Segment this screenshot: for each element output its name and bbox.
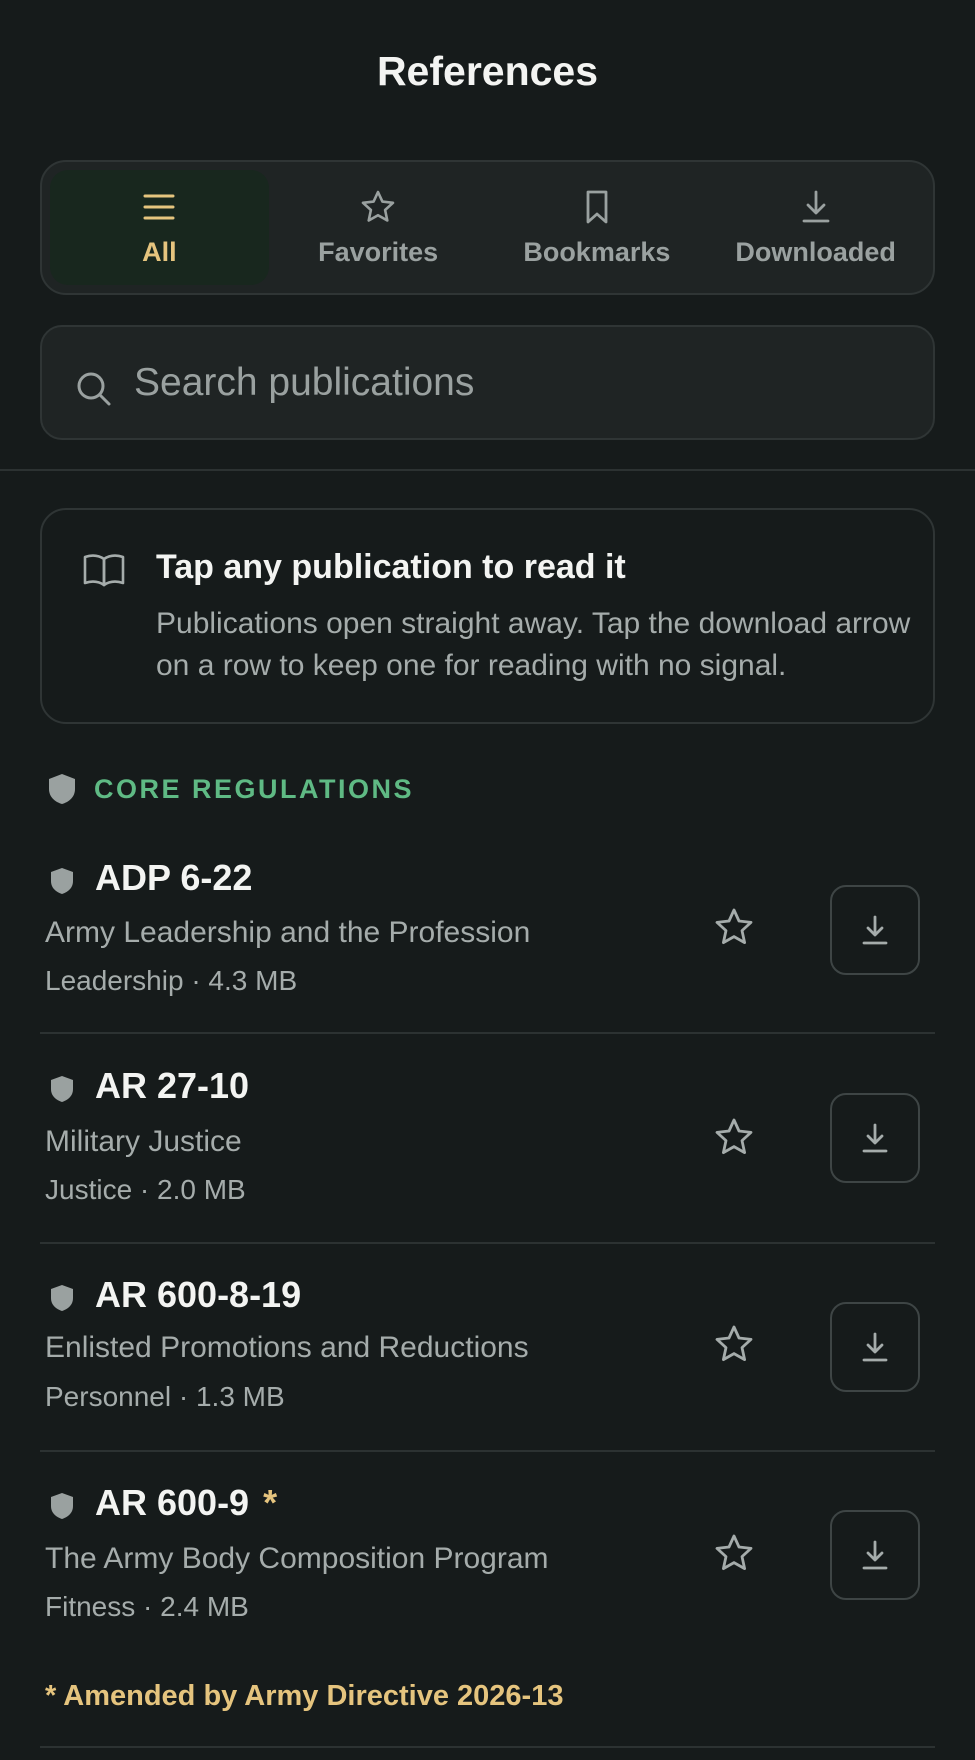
download-icon xyxy=(796,187,836,227)
page-title: References xyxy=(376,48,599,94)
shield-icon xyxy=(50,867,74,895)
tab-bookmarks-label: Bookmarks xyxy=(523,237,671,267)
publication-meta: Justice · 2.0 MB xyxy=(45,1174,246,1205)
tab-bookmarks[interactable]: Bookmarks xyxy=(488,170,707,285)
publication-code: ADP 6-22 xyxy=(95,857,253,898)
download-icon xyxy=(862,1540,888,1570)
bookmark-icon xyxy=(577,187,617,227)
tab-all-label: All xyxy=(142,237,177,267)
publication-title: Military Justice xyxy=(45,1125,242,1158)
download-button[interactable] xyxy=(830,1093,920,1183)
publication-code: AR 600-8-19 xyxy=(95,1274,302,1315)
row-divider xyxy=(40,1032,935,1034)
publication-title: Enlisted Promotions and Reductions xyxy=(45,1331,529,1364)
shield-icon xyxy=(48,773,76,805)
publication-title: The Army Body Composition Program xyxy=(45,1542,549,1575)
tab-downloaded[interactable]: Downloaded xyxy=(706,170,925,285)
tab-favorites-label: Favorites xyxy=(318,237,439,267)
star-icon xyxy=(358,187,398,227)
favorite-star-icon[interactable] xyxy=(712,1532,756,1576)
search-input[interactable] xyxy=(134,352,933,413)
row-divider xyxy=(40,1450,935,1452)
info-card: Tap any publication to read it Publicati… xyxy=(40,508,935,724)
shield-icon xyxy=(50,1075,74,1103)
amended-marker: * xyxy=(263,1482,278,1523)
download-icon xyxy=(862,1123,888,1153)
section-header: CORE REGULATIONS xyxy=(48,773,414,805)
search-bar[interactable] xyxy=(40,325,935,440)
amendment-footnote: * Amended by Army Directive 2026-13 xyxy=(45,1680,564,1712)
info-heading: Tap any publication to read it xyxy=(156,548,626,586)
filter-tabs: All Favorites Bookmarks Downloaded xyxy=(40,160,935,295)
publication-code: AR 27-10 xyxy=(95,1065,250,1106)
row-divider xyxy=(40,1242,935,1244)
shield-icon xyxy=(50,1284,74,1312)
references-screen: References All Favorites Bookmarks Downl… xyxy=(0,0,975,1760)
download-icon xyxy=(862,1332,888,1362)
menu-icon xyxy=(139,187,179,227)
publication-code: AR 600-9 * xyxy=(95,1482,278,1523)
publication-title: Army Leadership and the Profession xyxy=(45,916,531,949)
info-body: Publications open straight away. Tap the… xyxy=(156,607,911,682)
download-button[interactable] xyxy=(830,885,920,975)
favorite-star-icon[interactable] xyxy=(712,906,756,950)
shield-icon xyxy=(50,1492,74,1520)
download-button[interactable] xyxy=(830,1302,920,1392)
tab-all[interactable]: All xyxy=(50,170,269,285)
section-label: CORE REGULATIONS xyxy=(94,773,415,804)
header-divider xyxy=(0,469,975,471)
download-icon xyxy=(862,915,888,945)
publication-meta: Fitness · 2.4 MB xyxy=(45,1591,249,1622)
row-divider xyxy=(40,1746,935,1748)
favorite-star-icon[interactable] xyxy=(712,1116,756,1160)
favorite-star-icon[interactable] xyxy=(712,1323,756,1367)
publication-meta: Leadership · 4.3 MB xyxy=(45,965,298,996)
download-button[interactable] xyxy=(830,1510,920,1600)
publication-meta: Personnel · 1.3 MB xyxy=(45,1381,285,1412)
tab-downloaded-label: Downloaded xyxy=(735,237,896,267)
book-open-icon xyxy=(82,552,126,588)
search-icon xyxy=(74,369,114,409)
tab-favorites[interactable]: Favorites xyxy=(269,170,488,285)
